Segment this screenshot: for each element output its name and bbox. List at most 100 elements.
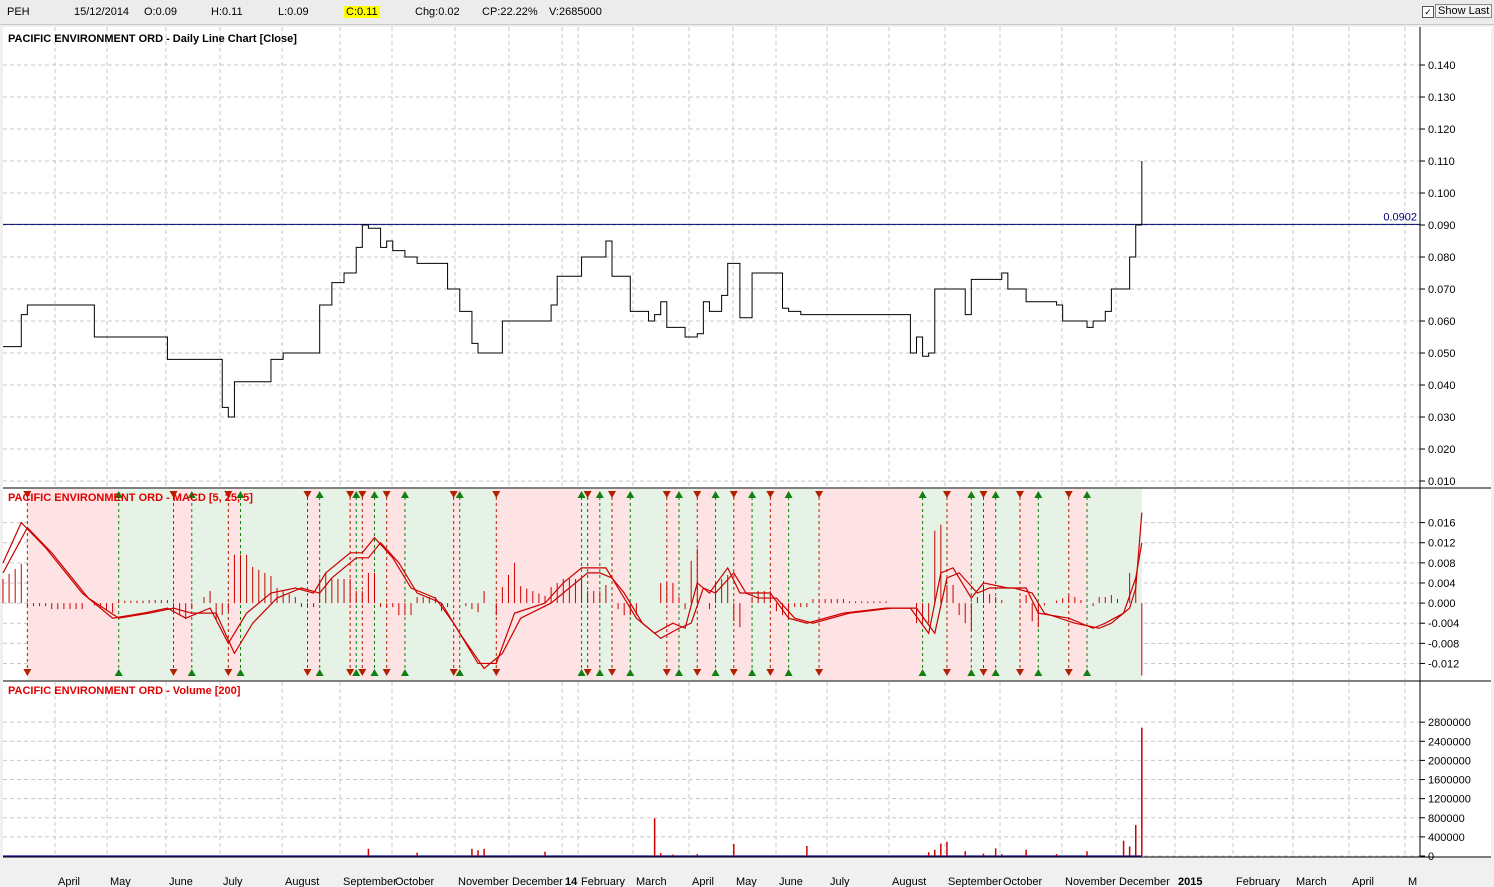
month-tick-label: 14 xyxy=(565,876,578,887)
bullish-zone xyxy=(1038,489,1069,680)
bearish-zone xyxy=(27,489,119,680)
bearish-zone xyxy=(173,489,192,680)
chart-background xyxy=(3,27,1491,857)
date-label: 15/12/2014 xyxy=(74,6,130,18)
bullish-zone xyxy=(715,489,734,680)
month-tick-label: October xyxy=(395,876,434,887)
open-label: O:0.09 xyxy=(144,6,178,18)
bullish-zone xyxy=(599,489,612,680)
y-tick-label: 1600000 xyxy=(1428,775,1471,787)
bearish-zone xyxy=(1068,489,1088,680)
bullish-zone xyxy=(191,489,229,680)
change-pct-label: CP:22.22% xyxy=(482,6,538,18)
bullish-zone xyxy=(356,489,363,680)
high-label: H:0.11 xyxy=(211,6,243,18)
show-last-checkbox[interactable]: ✓ xyxy=(1422,6,1434,18)
month-tick-label: September xyxy=(343,876,397,887)
bullish-zone xyxy=(581,489,588,680)
chart-canvas: 0.0902 April May June July August SeptemberOc… xyxy=(2,27,1491,887)
month-tick-label: November xyxy=(1065,876,1116,887)
y-tick-label: 0.050 xyxy=(1428,348,1456,360)
month-tick-label: July xyxy=(223,876,243,887)
month-tick-label: April xyxy=(692,876,714,887)
y-tick-label: 2000000 xyxy=(1428,755,1471,767)
month-tick-label: September xyxy=(948,876,1002,887)
month-tick-label: May xyxy=(110,876,131,887)
close-label: C:0.11 xyxy=(344,6,380,18)
reference-line-label: 0.0902 xyxy=(1383,211,1417,223)
y-tick-label: 0.070 xyxy=(1428,284,1456,296)
y-tick-label: 0.012 xyxy=(1428,538,1456,550)
month-tick-label: 2015 xyxy=(1178,876,1202,887)
bearish-zone xyxy=(819,489,923,680)
month-tick-label: July xyxy=(830,876,850,887)
month-tick-label: June xyxy=(169,876,193,887)
month-tick-label: February xyxy=(1236,876,1281,887)
symbol-label: PEH xyxy=(7,6,30,18)
month-tick-label: June xyxy=(779,876,803,887)
y-tick-label: 1200000 xyxy=(1428,794,1471,806)
bullish-zone xyxy=(459,489,497,680)
quote-bar: PEH 15/12/2014 O:0.09 H:0.11 L:0.09 C:0.… xyxy=(0,0,1494,25)
bearish-zone xyxy=(770,489,789,680)
y-tick-label: 0 xyxy=(1428,851,1434,863)
month-tick-label: December xyxy=(1119,876,1170,887)
bullish-zone xyxy=(630,489,667,680)
month-tick-label: March xyxy=(1296,876,1327,887)
bearish-zone xyxy=(386,489,405,680)
volume-panel-title: PACIFIC ENVIRONMENT ORD - Volume [200] xyxy=(8,685,241,697)
month-tick-label: August xyxy=(285,876,319,887)
month-tick-label: May xyxy=(736,876,757,887)
y-tick-label: 0.140 xyxy=(1428,60,1456,72)
low-label: L:0.09 xyxy=(278,6,309,18)
y-tick-label: -0.012 xyxy=(1428,658,1459,670)
macd-shading xyxy=(27,489,1142,680)
month-tick-label: November xyxy=(458,876,509,887)
y-tick-label: 0.004 xyxy=(1428,578,1456,590)
month-tick-label: October xyxy=(1003,876,1042,887)
bullish-zone xyxy=(788,489,820,680)
y-tick-label: 0.030 xyxy=(1428,412,1456,424)
y-tick-label: 0.100 xyxy=(1428,188,1456,200)
month-tick-label: April xyxy=(1352,876,1374,887)
bearish-zone xyxy=(946,489,972,680)
bullish-zone xyxy=(995,489,1021,680)
y-tick-label: -0.004 xyxy=(1428,618,1459,630)
y-tick-label: 0.120 xyxy=(1428,124,1456,136)
y-tick-label: -0.008 xyxy=(1428,638,1459,650)
month-tick-label: March xyxy=(636,876,667,887)
bullish-zone xyxy=(319,489,351,680)
y-tick-label: 0.010 xyxy=(1428,476,1456,488)
y-tick-label: 0.040 xyxy=(1428,380,1456,392)
y-tick-label: 400000 xyxy=(1428,832,1465,844)
bullish-zone xyxy=(374,489,387,680)
bearish-zone xyxy=(733,489,753,680)
y-tick-label: 0.016 xyxy=(1428,518,1456,530)
month-tick-label: August xyxy=(892,876,926,887)
y-tick-label: 2800000 xyxy=(1428,717,1471,729)
price-panel-title: PACIFIC ENVIRONMENT ORD - Daily Line Cha… xyxy=(8,33,297,45)
bullish-zone xyxy=(752,489,771,680)
y-tick-label: 0.000 xyxy=(1428,598,1456,610)
month-tick-label: February xyxy=(581,876,626,887)
macd-panel-title: PACIFIC ENVIRONMENT ORD - MACD [5, 25, 5… xyxy=(8,492,253,504)
y-tick-label: 0.110 xyxy=(1428,156,1455,168)
bullish-zone xyxy=(678,489,698,680)
bearish-zone xyxy=(350,489,357,680)
y-tick-label: 800000 xyxy=(1428,813,1465,825)
y-tick-label: 0.080 xyxy=(1428,252,1456,264)
bearish-zone xyxy=(496,489,582,680)
month-tick-label: December xyxy=(512,876,563,887)
bullish-zone xyxy=(118,489,174,680)
month-tick-label: April xyxy=(58,876,80,887)
y-tick-label: 2400000 xyxy=(1428,736,1471,748)
y-tick-label: 0.060 xyxy=(1428,316,1456,328)
y-tick-label: 0.020 xyxy=(1428,444,1456,456)
volume-label: V:2685000 xyxy=(549,6,602,18)
change-label: Chg:0.02 xyxy=(415,6,460,18)
bearish-zone xyxy=(612,489,631,680)
bearish-zone xyxy=(587,489,600,680)
y-tick-label: 0.008 xyxy=(1428,558,1456,570)
show-last-toggle[interactable]: ✓ Show Last xyxy=(1422,4,1493,19)
bearish-zone xyxy=(1020,489,1039,680)
